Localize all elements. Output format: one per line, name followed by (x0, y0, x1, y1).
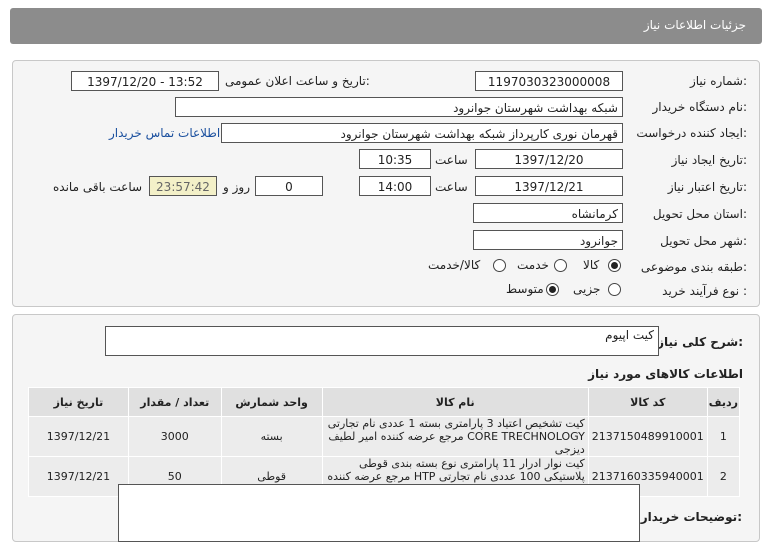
need-number-label: شماره نیاز: (689, 74, 747, 88)
category-goods-radio[interactable] (608, 259, 621, 272)
items-section-title: اطلاعات کالاهای مورد نیاز (588, 367, 743, 381)
category-service-radio[interactable] (554, 259, 567, 272)
col-unit: واحد شمارش (220, 387, 323, 417)
process-medium-label: متوسط (506, 282, 544, 296)
remaining-time-field: 23:57:42 (149, 176, 217, 196)
cell-row: 2 (706, 456, 741, 497)
created-date-field: 1397/12/20 (475, 149, 623, 169)
remaining-time-label: ساعت باقی مانده (53, 180, 143, 194)
category-goods-label: کالا (583, 258, 600, 272)
requester-field: قهرمان نوری کارپرداز شبکه بهداشت شهرستان… (221, 123, 623, 143)
created-time-field: 10:35 (359, 149, 431, 169)
category-service-label: خدمت (517, 258, 549, 272)
page-header: جزئیات اطلاعات نیاز (10, 8, 762, 44)
process-minor-radio[interactable] (608, 283, 621, 296)
city-label: شهر محل تحویل: (660, 234, 747, 248)
items-table-header: ردیف کد کالا نام کالا واحد شمارش تعداد /… (28, 387, 741, 417)
created-time-label: ساعت (435, 153, 468, 167)
cell-unit: بسته (220, 416, 323, 457)
announce-label: تاریخ و ساعت اعلان عمومی: (225, 74, 370, 88)
validity-time-field: 14:00 (359, 176, 431, 196)
col-row: ردیف (706, 387, 741, 417)
province-label: استان محل تحویل: (652, 207, 747, 221)
summary-label: شرح کلی نیاز: (657, 335, 743, 349)
category-goods-service-label: کالا/خدمت (428, 258, 481, 272)
table-row: 1 2137150489910001 کیت تشخیص اعتیاد 3 پا… (28, 416, 741, 457)
category-goods-service-radio[interactable] (493, 259, 506, 272)
validity-date-label: تاریخ اعتبار نیاز: (667, 180, 747, 194)
requester-label: ایجاد کننده درخواست: (636, 126, 747, 140)
remaining-days-label: روز و (223, 180, 250, 194)
city-field: جوانرود (473, 230, 623, 250)
contact-info-link[interactable]: اطلاعات تماس خریدار (109, 126, 220, 140)
need-number-field: 1197030323000008 (475, 71, 623, 91)
cell-qty: 3000 (127, 416, 222, 457)
buyer-org-label: نام دستگاه خریدار: (652, 100, 748, 114)
process-minor-label: جزیی (573, 282, 601, 296)
province-field: کرمانشاه (473, 203, 623, 223)
validity-date-field: 1397/12/21 (475, 176, 623, 196)
remaining-days-field: 0 (255, 176, 323, 196)
col-date: تاریخ نیاز (28, 387, 129, 417)
validity-time-label: ساعت (435, 180, 468, 194)
cell-code: 2137150489910001 (587, 416, 708, 457)
process-medium-radio[interactable] (546, 283, 559, 296)
buyer-notes-field (118, 484, 640, 542)
cell-date: 1397/12/21 (28, 456, 129, 497)
summary-field: کیت اپیوم (105, 326, 659, 356)
process-label: نوع فرآیند خرید : (662, 284, 747, 298)
items-table: ردیف کد کالا نام کالا واحد شمارش تعداد /… (28, 387, 741, 497)
cell-date: 1397/12/21 (28, 416, 129, 457)
category-label: طبقه بندی موضوعی: (640, 260, 747, 274)
buyer-notes-label: توضیحات خریدار: (640, 510, 742, 524)
need-details-panel: شماره نیاز: 1197030323000008 تاریخ و ساع… (12, 60, 760, 307)
col-name: نام کالا (321, 387, 589, 417)
page-title: جزئیات اطلاعات نیاز (643, 18, 746, 32)
col-qty: تعداد / مقدار (127, 387, 222, 417)
cell-name: کیت تشخیص اعتیاد 3 پارامتری بسته 1 عددی … (321, 416, 589, 457)
cell-row: 1 (706, 416, 741, 457)
created-date-label: تاریخ ایجاد نیاز: (671, 153, 747, 167)
announce-field: 1397/12/20 - 13:52 (71, 71, 219, 91)
col-code: کد کالا (587, 387, 708, 417)
buyer-org-field: شبکه بهداشت شهرستان جوانرود (175, 97, 623, 117)
